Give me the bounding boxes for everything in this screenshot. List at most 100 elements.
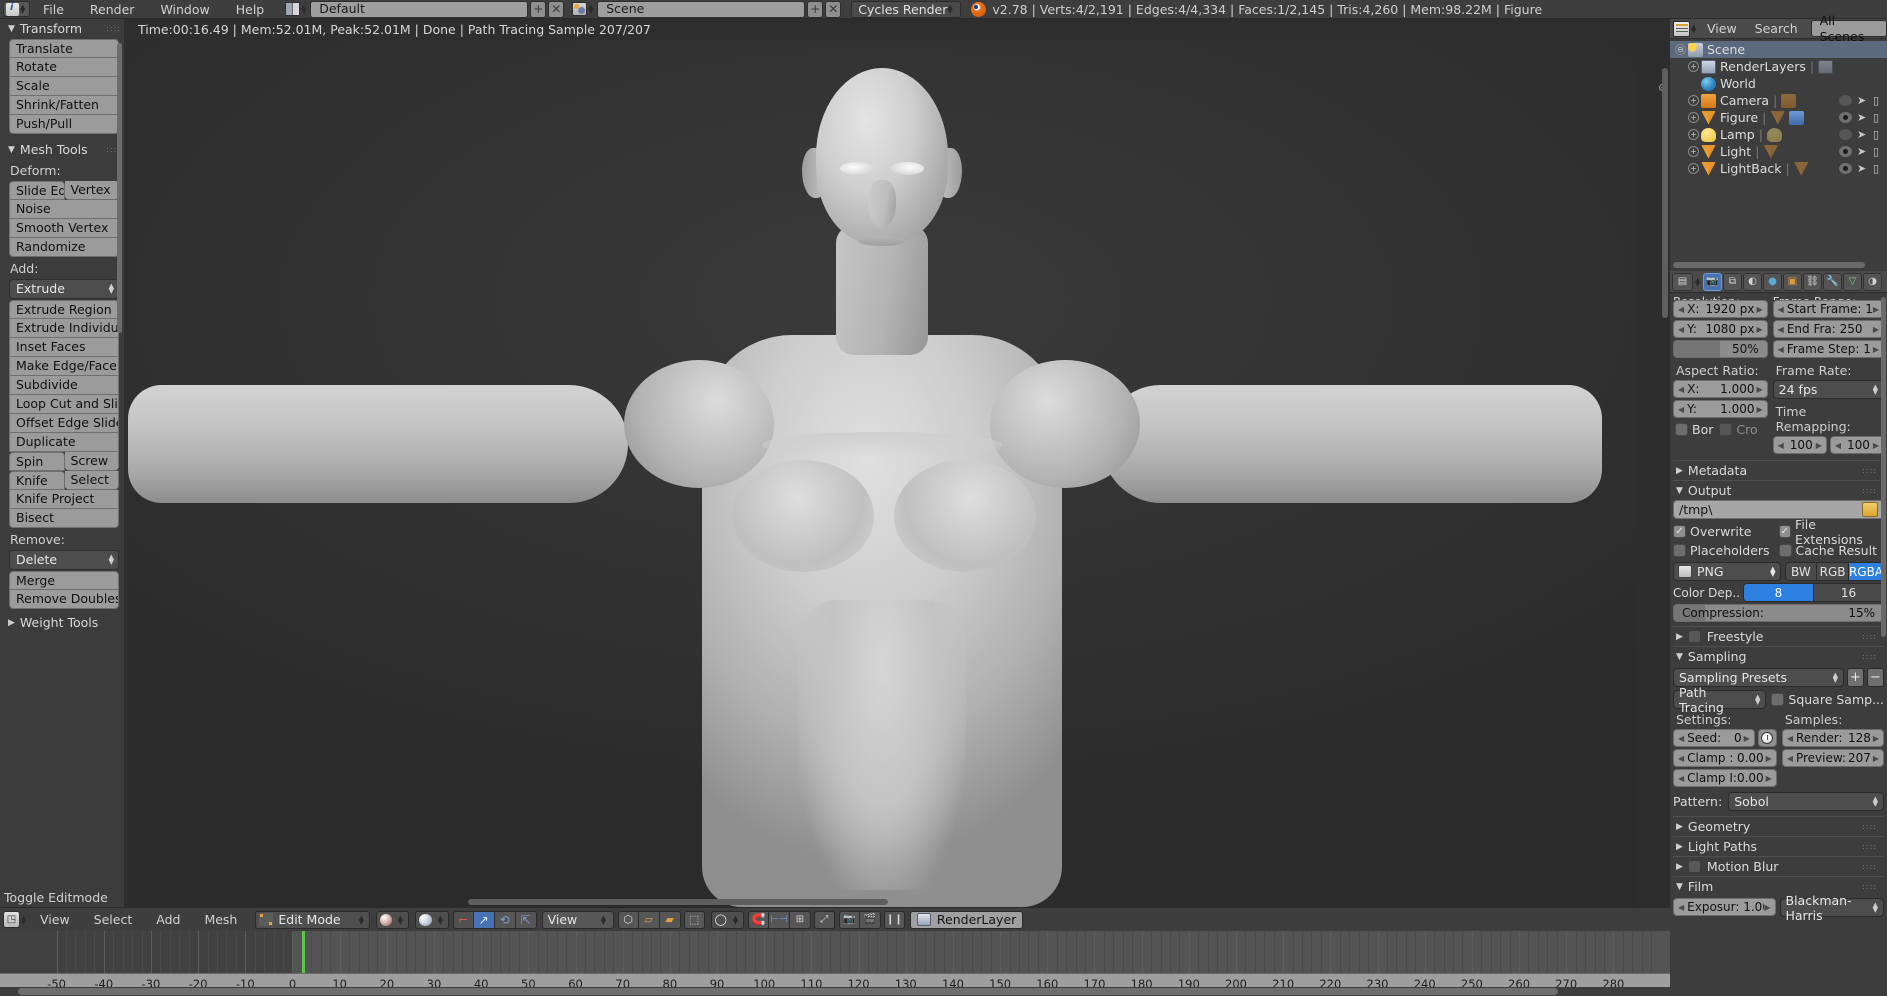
outliner-row-lamp[interactable]: + Lamp | ➤ ▯ [1670, 126, 1887, 143]
mesh-data-icon[interactable] [1793, 161, 1809, 176]
resolution-y-field[interactable]: ◀ Y: 1080 px ▶ [1673, 320, 1768, 338]
menu-window[interactable]: Window [147, 0, 222, 19]
renderlayer-data-icon[interactable] [1818, 59, 1834, 74]
delete-screen-button[interactable]: ✕ [548, 0, 565, 18]
rotate-button[interactable]: Rotate [9, 58, 119, 77]
extrude-individual-button[interactable]: Extrude Individual [9, 319, 119, 338]
timeline-playhead[interactable] [301, 931, 305, 973]
preview-samples-field[interactable]: ◀ Preview: 207 ▶ [1781, 749, 1884, 767]
placeholders-checkbox[interactable]: Placeholders [1673, 541, 1779, 560]
outliner-tree[interactable]: ⊖ Scene + RenderLayers | World + Camera | ➤ ▯ + Figu… [1670, 39, 1887, 246]
make-edge-face-button[interactable]: Make Edge/Face [9, 357, 119, 376]
metadata-section-header[interactable]: ▶ Metadata :::: [1673, 460, 1884, 480]
remap-new-field[interactable]: ◀ 100 ▶ [1829, 436, 1885, 454]
render-layer-field[interactable]: RenderLayer [909, 910, 1024, 929]
aspect-y-field[interactable]: ◀ Y: 1.000 ▶ [1673, 400, 1768, 418]
file-format-dropdown[interactable]: PNG ▲ ▼ [1673, 562, 1781, 581]
world-tab[interactable]: ● [1763, 272, 1782, 291]
compression-slider[interactable]: Compression: 15% [1673, 604, 1884, 622]
noise-button[interactable]: Noise [9, 200, 119, 219]
exposure-field[interactable]: ◀ Exposur: 1.00 ▶ [1673, 898, 1776, 916]
panel-weight-tools-header[interactable]: ▶ Weight Tools [0, 613, 128, 632]
color-mode-rgb[interactable]: RGB [1816, 563, 1848, 580]
geometry-section-header[interactable]: ▶ Geometry :::: [1673, 816, 1884, 836]
constraints-tab[interactable]: ⛓ [1803, 272, 1822, 291]
offset-edge-slide-button[interactable]: Offset Edge Slide [9, 414, 119, 433]
timeline-scrollbar-track[interactable] [0, 987, 1670, 996]
proportional-editing-selector[interactable]: ◯ ▲ ▼ [710, 910, 744, 929]
camera-data-icon[interactable] [1781, 93, 1797, 108]
object-tab[interactable]: ▣ [1783, 272, 1802, 291]
viewport-menu-add[interactable]: Add [144, 908, 192, 932]
visibility-eye-icon[interactable] [1839, 129, 1852, 140]
expander-icon[interactable]: + [1688, 112, 1699, 123]
viewport-menu-mesh[interactable]: Mesh [192, 908, 249, 932]
filter-type-dropdown[interactable]: Blackman-Harris ▲ ▼ [1779, 893, 1884, 923]
snap-element-icon[interactable]: ⊢⊣ [768, 910, 790, 929]
expander-icon[interactable]: + [1688, 146, 1699, 157]
output-section-header[interactable]: ▼ Output :::: [1673, 480, 1884, 500]
timeline-editor[interactable]: -50 -40 -30 -20 -10 0 10 20 30 40 50 60 70 80 90 100 110… [0, 931, 1670, 996]
extrude-dropdown[interactable]: Extrude ▲ ▼ [9, 279, 119, 299]
lamp-data-icon[interactable] [1766, 127, 1782, 142]
overwrite-checkbox[interactable]: ✓ Overwrite [1673, 522, 1779, 541]
resolution-percent-slider[interactable]: 50% [1673, 340, 1768, 358]
color-mode-bw[interactable]: BW [1785, 563, 1817, 580]
expander-icon[interactable]: + [1688, 163, 1699, 174]
color-depth-8[interactable]: 8 [1744, 584, 1813, 601]
renderable-camera-icon[interactable]: ▯ [1873, 129, 1884, 140]
remove-doubles-button[interactable]: Remove Doubles [9, 590, 119, 609]
light-paths-section-header[interactable]: ▶ Light Paths :::: [1673, 836, 1884, 856]
cache-result-checkbox[interactable]: Cache Result [1778, 541, 1885, 560]
border-checkbox[interactable]: Bor [1675, 420, 1713, 439]
screen-layout-name[interactable]: Default [310, 0, 529, 18]
end-frame-field[interactable]: ◀ End Fra: 250 ▶ [1772, 320, 1884, 338]
remove-preset-button[interactable]: − [1867, 668, 1884, 687]
delete-scene-button[interactable]: ✕ [825, 0, 842, 18]
properties-scrollbar[interactable] [1881, 297, 1886, 637]
snap-align-rotation-icon[interactable]: ⤢ [813, 910, 835, 929]
outliner-row-renderlayers[interactable]: + RenderLayers | [1670, 58, 1887, 75]
bisect-button[interactable]: Bisect [9, 509, 119, 528]
manipulator-toggle-icon[interactable]: ⌐ [452, 910, 474, 929]
file-extensions-checkbox[interactable]: ✓ File Extensions [1778, 517, 1885, 547]
sampling-section-header[interactable]: ▼ Sampling :::: [1673, 646, 1884, 666]
smooth-vertex-button[interactable]: Smooth Vertex [9, 219, 119, 238]
outliner-editor[interactable]: ▲ ▼ View Search All Scenes ⊖ Scene + RenderL… [1670, 13, 1887, 269]
outliner-display-mode[interactable]: All Scenes [1810, 13, 1887, 44]
color-mode-rgba[interactable]: RGBA [1847, 563, 1884, 580]
add-preset-button[interactable]: + [1847, 668, 1864, 687]
scene-tab[interactable]: ◐ [1743, 272, 1762, 291]
toggle-editmode-button[interactable]: Toggle Editmode [0, 888, 128, 907]
modifiers-tab[interactable]: 🔧 [1823, 272, 1842, 291]
add-scene-button[interactable]: + [807, 0, 824, 18]
expander-icon[interactable]: + [1688, 129, 1699, 140]
viewport-scrollbar-vertical[interactable] [1662, 68, 1668, 318]
color-depth-16[interactable]: 16 [1813, 584, 1883, 601]
visibility-eye-icon[interactable] [1839, 146, 1852, 157]
seed-field[interactable]: ◀ Seed: 0 ▶ [1673, 729, 1755, 747]
interaction-mode-selector[interactable]: Edit Mode ▲ ▼ [255, 910, 370, 929]
push-pull-button[interactable]: Push/Pull [9, 115, 119, 134]
properties-editor-type-icon[interactable]: ▤ [1672, 272, 1693, 291]
seed-animate-button[interactable] [1757, 729, 1777, 747]
extrude-region-button[interactable]: Extrude Region [9, 300, 119, 319]
renderable-camera-icon[interactable]: ▯ [1873, 95, 1884, 106]
resolution-x-field[interactable]: ◀ X: 1920 px ▶ [1673, 300, 1768, 318]
add-screen-button[interactable]: + [530, 0, 547, 18]
mesh-data-icon[interactable] [1770, 110, 1786, 125]
viewport-scrollbar-horizontal[interactable] [468, 899, 888, 905]
expander-icon[interactable]: + [1688, 95, 1699, 106]
panel-mesh-tools-header[interactable]: ▼ Mesh Tools :::: [0, 140, 128, 159]
timeline-track[interactable] [0, 931, 1670, 973]
viewport-menu-view[interactable]: View [28, 908, 82, 932]
selectable-cursor-icon[interactable]: ➤ [1857, 112, 1868, 123]
frame-step-field[interactable]: ◀ Frame Step: 1 ▶ [1772, 340, 1884, 358]
render-result-canvas[interactable]: + [128, 40, 1670, 907]
timeline-scrollbar-thumb[interactable] [18, 988, 1558, 995]
frame-rate-dropdown[interactable]: 24 fps ▲ ▼ [1772, 380, 1884, 399]
data-tab[interactable]: ▽ [1843, 272, 1862, 291]
viewport-shading-selector[interactable]: ▲ ▼ [375, 910, 409, 929]
crop-checkbox[interactable]: Cro [1719, 420, 1758, 439]
render-image-icon[interactable]: 📷 [838, 910, 860, 929]
